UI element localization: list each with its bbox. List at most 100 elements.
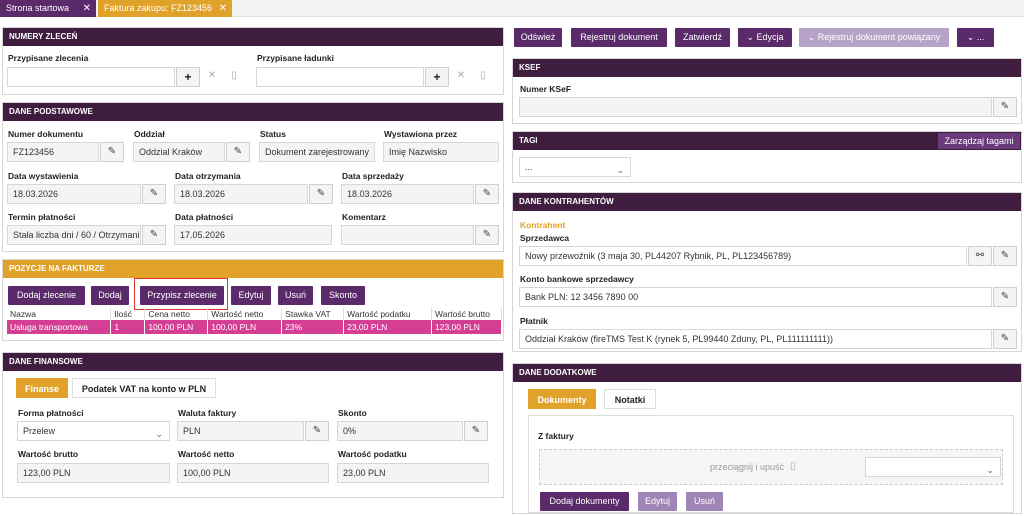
tab-vat[interactable]: Podatek VAT na konto w PLN <box>72 378 216 398</box>
issued-by-field: Imię Nazwisko <box>383 142 499 162</box>
add-button[interactable]: Dodaj <box>91 286 129 305</box>
col-tax-value[interactable]: Wartość podatku <box>343 308 432 320</box>
calendar-icon[interactable]: ✎ <box>309 184 333 204</box>
drop-zone[interactable]: przeciągnij i upuść ▯ ⌄ <box>539 449 1003 485</box>
payer-label: Płatnik <box>520 316 548 326</box>
sale-date-field[interactable]: 18.03.2026 <box>341 184 474 204</box>
edit-icon[interactable]: ✎ <box>142 225 166 245</box>
table-header-row: Nazwa Ilość Cena netto Wartość netto Sta… <box>7 308 502 320</box>
tab-home[interactable]: Strona startowa ✕ <box>0 0 96 17</box>
tab-notes[interactable]: Notatki <box>604 389 656 409</box>
chevron-down-icon: ⌄ <box>155 429 163 439</box>
edit-icon[interactable]: ✎ <box>475 225 499 245</box>
payment-form-label: Forma płatności <box>18 408 84 418</box>
cell-vat-rate: 23% <box>281 320 345 334</box>
edit-button[interactable]: Edytuj <box>231 286 271 305</box>
payment-form-select[interactable]: Przelew ⌄ <box>17 421 170 441</box>
calendar-icon[interactable]: ✎ <box>142 184 166 204</box>
payment-date-field: 17.05.2026 <box>174 225 332 245</box>
col-gross-value[interactable]: Wartość brutto <box>431 308 502 320</box>
add-load-icon[interactable]: + <box>425 67 449 87</box>
tab-finance[interactable]: Finanse <box>16 378 68 398</box>
seller-label: Sprzedawca <box>520 233 570 243</box>
issue-date-field[interactable]: 18.03.2026 <box>7 184 141 204</box>
seller-field[interactable]: Nowy przewoźnik (3 maja 30, PL44207 Rybn… <box>519 246 967 266</box>
tab-invoice[interactable]: Faktura zakupu: FZ123456 ✕ <box>98 0 232 17</box>
extra-panel: DANE DODATKOWE Dokumenty Notatki Z faktu… <box>512 363 1022 514</box>
document-icon[interactable]: ▯ <box>222 67 246 87</box>
payment-date-label: Data płatności <box>175 212 234 222</box>
received-date-field[interactable]: 18.03.2026 <box>174 184 308 204</box>
close-icon[interactable]: ✕ <box>219 0 227 17</box>
comment-label: Komentarz <box>342 212 386 222</box>
discount-field[interactable]: 0% <box>337 421 463 441</box>
col-vat-rate[interactable]: Stawka VAT <box>281 308 345 320</box>
col-name[interactable]: Nazwa <box>7 308 112 320</box>
edit-icon[interactable]: ✎ <box>993 329 1017 349</box>
status-field: Dokument zarejestrowany <box>259 142 375 162</box>
chevron-down-icon: ⌄ <box>807 32 818 42</box>
document-icon[interactable]: ▯ <box>471 67 495 87</box>
manage-tags-button[interactable]: Zarządzaj tagami <box>938 133 1020 149</box>
chevron-down-icon: ⌄ <box>746 32 757 42</box>
remove-icon[interactable]: ✕ <box>449 67 473 87</box>
drop-hint: przeciągnij i upuść <box>710 462 785 472</box>
edit-menu-button[interactable]: ⌄ Edycja <box>738 28 792 47</box>
close-icon[interactable]: ✕ <box>83 0 91 17</box>
drop-select[interactable]: ⌄ <box>865 457 1001 477</box>
edit-icon[interactable]: ✎ <box>305 421 329 441</box>
edit-icon[interactable]: ✎ <box>100 142 124 162</box>
payment-form-value: Przelew <box>23 426 56 436</box>
link-icon[interactable]: ⚯ <box>968 246 992 266</box>
edit-icon[interactable]: ✎ <box>993 287 1017 307</box>
chevron-down-icon: ⌄ <box>986 465 994 475</box>
payer-field[interactable]: Oddział Kraków (fireTMS Test K (rynek 5,… <box>519 329 992 349</box>
sale-date-label: Data sprzedaży <box>342 171 404 181</box>
calendar-icon[interactable]: ✎ <box>475 184 499 204</box>
add-documents-button[interactable]: Dodaj dokumenty <box>540 492 629 511</box>
tab-bar: Strona startowa ✕ Faktura zakupu: FZ1234… <box>0 0 1024 17</box>
doc-number-field[interactable]: FZ123456 <box>7 142 99 162</box>
edit-icon[interactable]: ✎ <box>993 246 1017 266</box>
discount-button[interactable]: Skonto <box>321 286 365 305</box>
currency-field[interactable]: PLN <box>177 421 304 441</box>
edit-documents-button[interactable]: Edytuj <box>638 492 677 511</box>
approve-button[interactable]: Zatwierdź <box>675 28 730 47</box>
add-order-icon[interactable]: + <box>176 67 200 87</box>
refresh-button[interactable]: Odśwież <box>514 28 562 47</box>
branch-field[interactable]: Oddzial Kraków <box>133 142 225 162</box>
register-related-button[interactable]: ⌄ Rejestruj dokument powiązany <box>799 28 949 47</box>
col-qty[interactable]: Ilość <box>110 308 146 320</box>
tab-documents[interactable]: Dokumenty <box>528 389 596 409</box>
col-net-price[interactable]: Cena netto <box>144 308 209 320</box>
contractors-panel: DANE KONTRAHENTÓW Kontrahent Sprzedawca … <box>512 192 1022 352</box>
positions-panel: POZYCJE NA FAKTURZE Dodaj zlecenie Dodaj… <box>2 259 504 341</box>
register-button[interactable]: Rejestruj dokument <box>571 28 667 47</box>
bank-field[interactable]: Bank PLN: 12 3456 7890 00 <box>519 287 992 307</box>
assigned-orders-label: Przypisane zlecenia <box>8 53 89 63</box>
cell-net-price: 100,00 PLN <box>144 320 209 334</box>
positions-table: Nazwa Ilość Cena netto Wartość netto Sta… <box>7 308 502 334</box>
edit-icon[interactable]: ✎ <box>226 142 250 162</box>
assigned-orders-field[interactable] <box>7 67 175 87</box>
assigned-loads-label: Przypisane ładunki <box>257 53 334 63</box>
ksef-number-field[interactable] <box>519 97 992 117</box>
add-order-button[interactable]: Dodaj zlecenie <box>8 286 85 305</box>
cell-name: Usługa transportowa <box>7 320 112 334</box>
col-net-value[interactable]: Wartość netto <box>207 308 283 320</box>
more-label: ... <box>976 32 985 42</box>
more-button[interactable]: ⌄ ... <box>957 28 994 47</box>
edit-icon[interactable]: ✎ <box>993 97 1017 117</box>
discount-label: Skonto <box>338 408 367 418</box>
delete-button[interactable]: Usuń <box>278 286 313 305</box>
remove-icon[interactable]: ✕ <box>200 67 224 87</box>
assigned-loads-field[interactable] <box>256 67 424 87</box>
payment-term-field[interactable]: Stała liczba dni / 60 / Otrzymania <box>7 225 141 245</box>
ksef-panel: KSEF Numer KSeF ✎ <box>512 58 1022 124</box>
edit-icon[interactable]: ✎ <box>464 421 488 441</box>
delete-documents-button[interactable]: Usuń <box>686 492 723 511</box>
tags-select[interactable]: ... ⌄ <box>519 157 631 177</box>
table-row[interactable]: Usługa transportowa 1 100,00 PLN 100,00 … <box>7 320 502 334</box>
comment-field[interactable] <box>341 225 474 245</box>
tags-select-value: ... <box>525 162 533 172</box>
